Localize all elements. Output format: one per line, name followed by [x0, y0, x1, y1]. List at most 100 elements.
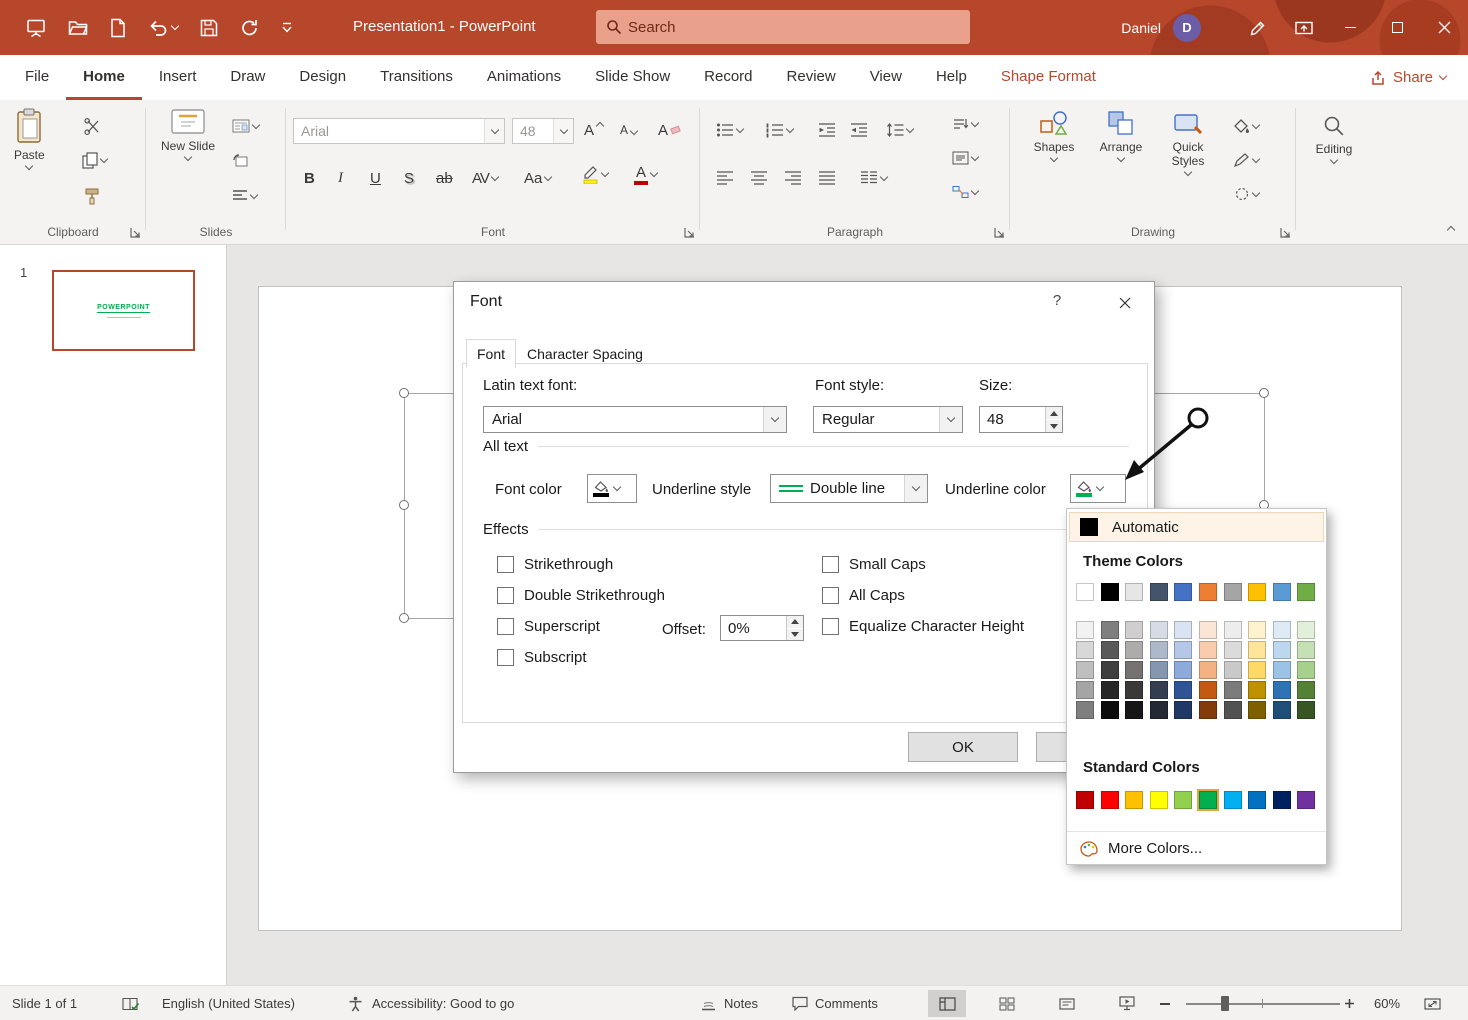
font-style-dropdown[interactable]: [939, 407, 962, 432]
color-swatch[interactable]: [1199, 641, 1217, 659]
resize-handle[interactable]: [1259, 388, 1269, 398]
tab-record[interactable]: Record: [687, 55, 769, 100]
align-right-button[interactable]: [784, 166, 802, 190]
color-swatch[interactable]: [1199, 583, 1217, 601]
color-swatch[interactable]: [1297, 641, 1315, 659]
underline-color-dropdown[interactable]: [1070, 474, 1126, 503]
grow-font-button[interactable]: A: [584, 118, 603, 142]
customize-qat-button[interactable]: [281, 21, 293, 34]
color-swatch[interactable]: [1224, 641, 1242, 659]
color-swatch[interactable]: [1076, 791, 1094, 809]
checkbox-box[interactable]: [497, 649, 514, 666]
paragraph-dialog-launcher[interactable]: [994, 227, 1005, 238]
text-shadow-button[interactable]: S: [404, 166, 414, 190]
color-swatch[interactable]: [1101, 681, 1119, 699]
color-swatch[interactable]: [1174, 621, 1192, 639]
color-swatch[interactable]: [1224, 583, 1242, 601]
color-swatch[interactable]: [1076, 621, 1094, 639]
resize-handle[interactable]: [399, 500, 409, 510]
clipboard-dialog-launcher[interactable]: [130, 227, 141, 238]
underline-style-dropdown[interactable]: [904, 475, 927, 502]
numbering-button[interactable]: [766, 118, 793, 142]
shape-outline-button[interactable]: [1234, 148, 1259, 172]
spell-check-button[interactable]: [122, 986, 140, 1020]
cut-button[interactable]: [84, 114, 101, 138]
increase-indent-button[interactable]: [850, 118, 868, 142]
color-swatch[interactable]: [1125, 791, 1143, 809]
color-swatch[interactable]: [1224, 791, 1242, 809]
color-swatch[interactable]: [1273, 791, 1291, 809]
new-file-button[interactable]: [110, 18, 126, 38]
avatar[interactable]: D: [1173, 14, 1201, 42]
color-swatch[interactable]: [1174, 791, 1192, 809]
slide-sorter-view-button[interactable]: [988, 990, 1026, 1017]
resize-handle[interactable]: [399, 613, 409, 623]
zoom-in-button[interactable]: [1344, 986, 1355, 1020]
quick-styles-button[interactable]: Quick Styles: [1158, 110, 1218, 175]
color-swatch[interactable]: [1297, 681, 1315, 699]
line-spacing-button[interactable]: [886, 118, 913, 142]
shapes-button[interactable]: Shapes: [1026, 110, 1082, 161]
ribbon-display-button[interactable]: [1281, 0, 1327, 55]
align-center-button[interactable]: [750, 166, 768, 190]
italic-button[interactable]: I: [338, 166, 343, 190]
accessibility-status[interactable]: Accessibility: Good to go: [372, 986, 514, 1020]
inking-button[interactable]: [1235, 0, 1281, 55]
collapse-ribbon-button[interactable]: [1448, 220, 1454, 236]
tab-view[interactable]: View: [853, 55, 919, 100]
automatic-color-item[interactable]: Automatic: [1069, 512, 1324, 542]
shrink-font-button[interactable]: A: [620, 118, 637, 142]
shape-effects-button[interactable]: [1234, 182, 1259, 206]
tab-home[interactable]: Home: [66, 55, 142, 100]
tab-animations[interactable]: Animations: [470, 55, 578, 100]
color-swatch[interactable]: [1174, 583, 1192, 601]
strikethrough-button[interactable]: ab: [436, 166, 453, 190]
color-swatch[interactable]: [1224, 661, 1242, 679]
color-swatch[interactable]: [1273, 681, 1291, 699]
color-swatch[interactable]: [1150, 661, 1168, 679]
columns-button[interactable]: [860, 166, 887, 190]
minimize-button[interactable]: [1327, 0, 1374, 55]
checkbox-box[interactable]: [822, 587, 839, 604]
color-swatch[interactable]: [1224, 701, 1242, 719]
color-swatch[interactable]: [1199, 681, 1217, 699]
font-style-combo[interactable]: Regular: [813, 406, 963, 433]
color-swatch[interactable]: [1125, 621, 1143, 639]
color-swatch[interactable]: [1150, 681, 1168, 699]
resize-handle[interactable]: [399, 388, 409, 398]
checkbox-box[interactable]: [822, 618, 839, 635]
color-swatch[interactable]: [1125, 701, 1143, 719]
color-swatch[interactable]: [1248, 791, 1266, 809]
subscript-checkbox[interactable]: Subscript: [497, 649, 587, 666]
color-swatch[interactable]: [1199, 661, 1217, 679]
color-swatch[interactable]: [1297, 791, 1315, 809]
dialog-help-button[interactable]: ?: [1044, 292, 1070, 309]
language-indicator[interactable]: English (United States): [162, 986, 295, 1020]
reset-button[interactable]: [232, 148, 248, 172]
checkbox-box[interactable]: [497, 618, 514, 635]
color-swatch[interactable]: [1101, 661, 1119, 679]
slide-show-button[interactable]: [1108, 990, 1146, 1017]
color-swatch[interactable]: [1273, 661, 1291, 679]
change-case-button[interactable]: Aa: [524, 166, 551, 190]
open-button[interactable]: [68, 19, 88, 37]
color-swatch[interactable]: [1273, 701, 1291, 719]
strikethrough-checkbox[interactable]: Strikethrough: [497, 556, 613, 573]
color-swatch[interactable]: [1273, 583, 1291, 601]
size-spinner[interactable]: 48: [979, 406, 1063, 433]
font-color-dropdown[interactable]: [587, 474, 637, 503]
tab-font[interactable]: Font: [466, 339, 516, 368]
fit-to-window-button[interactable]: [1424, 986, 1441, 1020]
color-swatch[interactable]: [1125, 583, 1143, 601]
color-swatch[interactable]: [1150, 701, 1168, 719]
color-swatch[interactable]: [1125, 661, 1143, 679]
tab-shape-format[interactable]: Shape Format: [984, 55, 1113, 100]
latin-font-dropdown[interactable]: [763, 407, 786, 432]
small-caps-checkbox[interactable]: Small Caps: [822, 556, 926, 573]
offset-down-button[interactable]: [787, 629, 803, 641]
bold-button[interactable]: B: [304, 166, 315, 190]
color-swatch[interactable]: [1248, 701, 1266, 719]
maximize-button[interactable]: [1374, 0, 1421, 55]
double-strikethrough-checkbox[interactable]: Double Strikethrough: [497, 587, 665, 604]
color-swatch[interactable]: [1076, 641, 1094, 659]
